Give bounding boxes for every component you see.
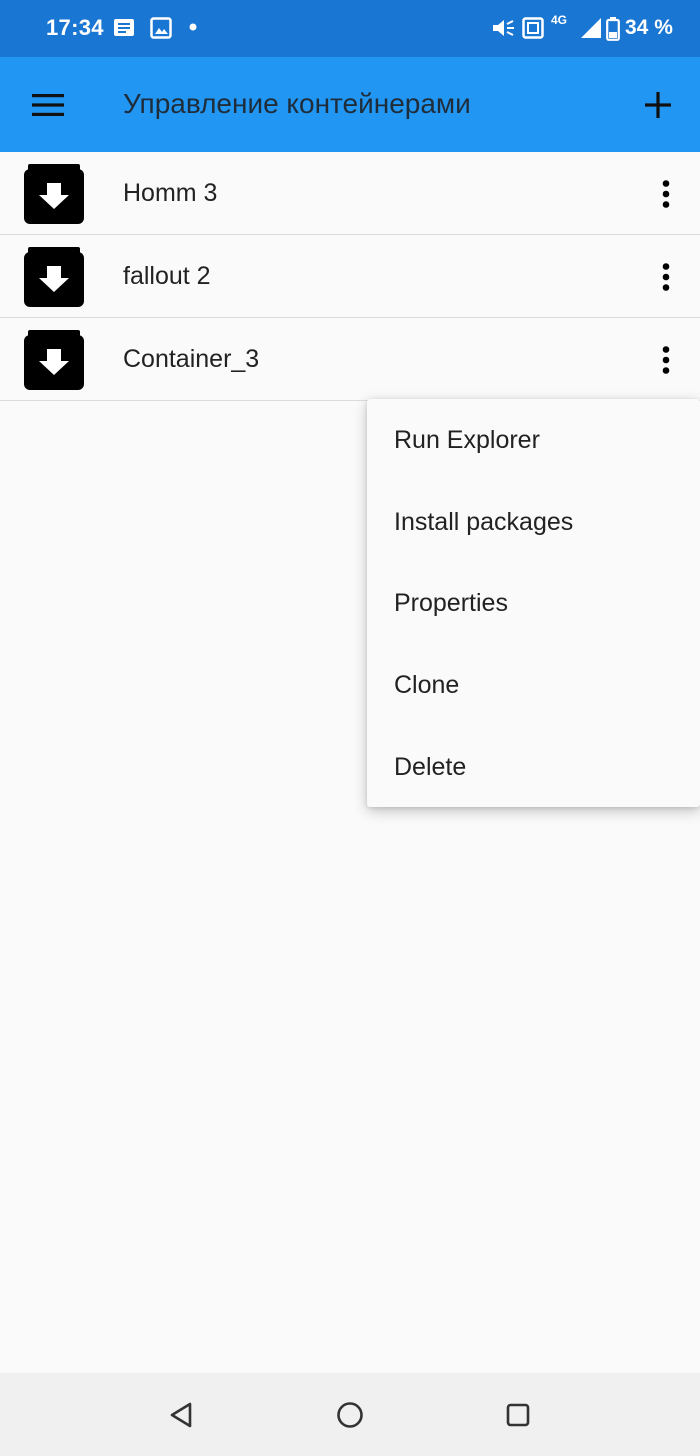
- context-menu: Run Explorer Install packages Properties…: [367, 399, 700, 807]
- app-bar: Управление контейнерами: [0, 57, 700, 152]
- image-icon: [150, 17, 172, 39]
- container-item[interactable]: fallout 2: [0, 235, 700, 318]
- status-bar: 17:34 4G 34 %: [0, 0, 700, 57]
- recents-button[interactable]: [501, 1398, 535, 1432]
- menu-item-properties[interactable]: Properties: [367, 563, 700, 645]
- archive-download-icon: [24, 164, 84, 224]
- battery-icon: [606, 17, 620, 41]
- nfc-icon: [522, 17, 544, 39]
- menu-item-run-explorer[interactable]: Run Explorer: [367, 400, 700, 482]
- navigation-bar: [0, 1373, 700, 1456]
- page-title: Управление контейнерами: [123, 88, 471, 119]
- add-container-button[interactable]: [634, 81, 682, 129]
- hamburger-menu-icon: [32, 94, 64, 116]
- more-vert-icon: [662, 180, 670, 208]
- more-options-button[interactable]: [646, 338, 686, 382]
- back-button[interactable]: [164, 1398, 198, 1432]
- container-item[interactable]: Homm 3: [0, 152, 700, 235]
- container-name: Container_3: [123, 345, 260, 373]
- battery-percent: 34 %: [625, 16, 673, 39]
- more-vert-icon: [662, 263, 670, 291]
- speaker-icon: [493, 20, 514, 36]
- dot-icon: [189, 23, 197, 31]
- back-icon: [170, 1402, 192, 1428]
- container-name: fallout 2: [123, 262, 211, 290]
- container-list: Homm 3 fallout 2 Container_3: [0, 152, 700, 401]
- plus-icon: [645, 92, 671, 118]
- message-icon: [114, 19, 134, 36]
- menu-item-delete[interactable]: Delete: [367, 726, 700, 808]
- home-icon: [337, 1402, 363, 1428]
- archive-download-icon: [24, 247, 84, 307]
- container-name: Homm 3: [123, 179, 218, 207]
- signal-icon: [581, 18, 601, 38]
- archive-download-icon: [24, 330, 84, 390]
- recents-icon: [506, 1403, 530, 1427]
- home-button[interactable]: [333, 1398, 367, 1432]
- menu-item-install-packages[interactable]: Install packages: [367, 482, 700, 564]
- status-time: 17:34: [46, 15, 104, 40]
- more-options-button[interactable]: [646, 255, 686, 299]
- more-vert-icon: [662, 346, 670, 374]
- menu-item-clone[interactable]: Clone: [367, 645, 700, 727]
- network-type: 4G: [551, 13, 568, 27]
- container-item[interactable]: Container_3: [0, 318, 700, 401]
- menu-button[interactable]: [22, 83, 74, 127]
- more-options-button[interactable]: [646, 172, 686, 216]
